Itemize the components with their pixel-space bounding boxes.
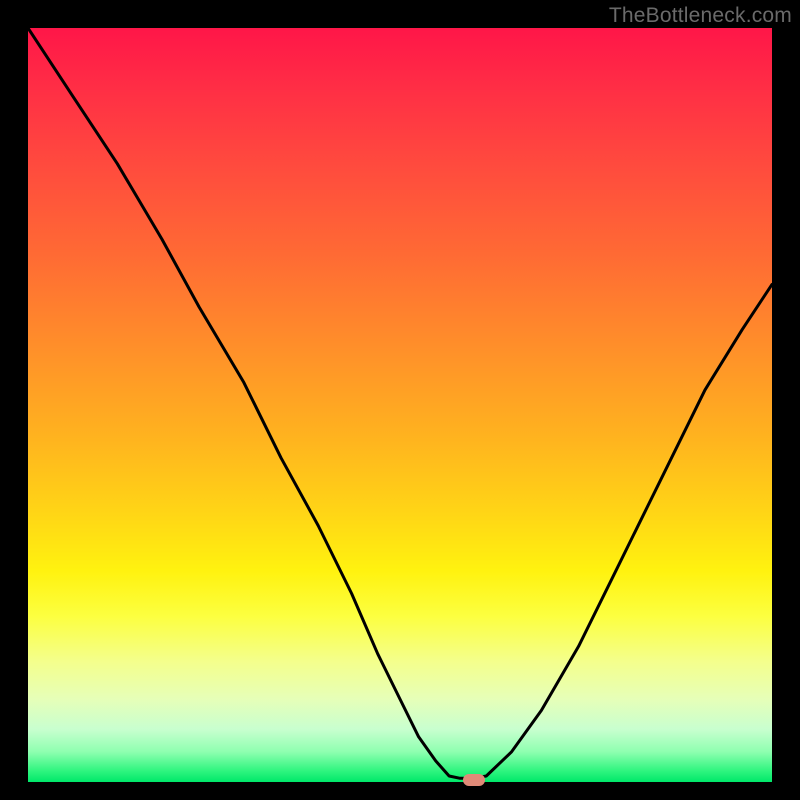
watermark-text: TheBottleneck.com (609, 4, 792, 28)
plot-area (28, 28, 772, 782)
curve-path (28, 28, 772, 778)
chart-frame: TheBottleneck.com (0, 0, 800, 800)
optimal-marker (463, 774, 485, 786)
bottleneck-curve (28, 28, 772, 782)
